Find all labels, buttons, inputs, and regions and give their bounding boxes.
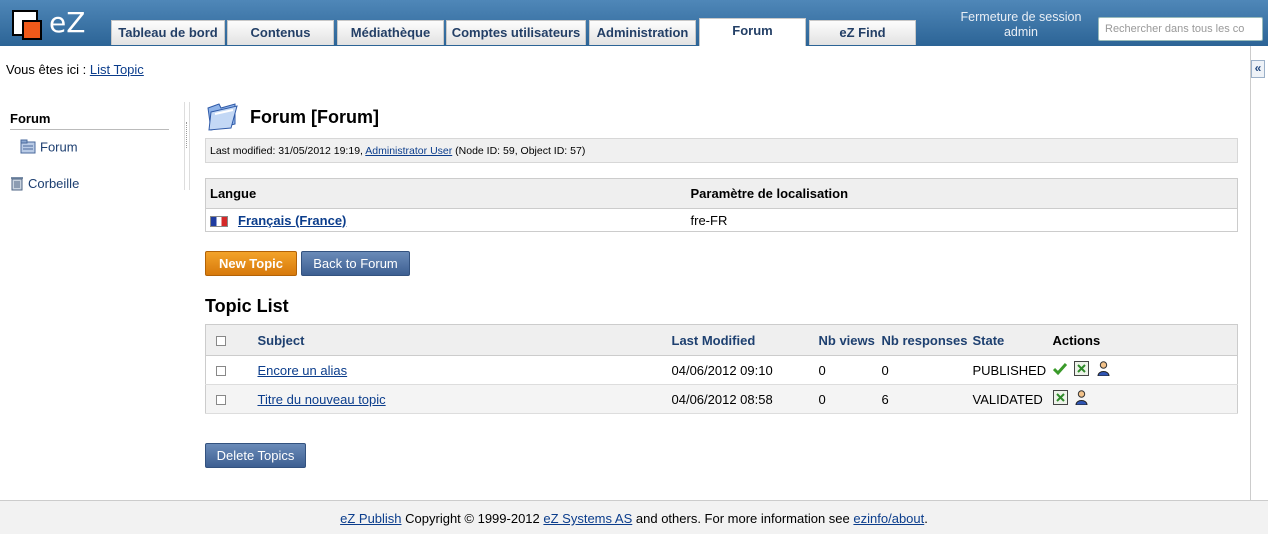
responses-cell: 0 (881, 355, 973, 385)
column-header-locale: Paramètre de localisation (686, 178, 1238, 209)
sidebar-resize-handle[interactable] (184, 102, 190, 190)
logout-link[interactable]: Fermeture de session admin (950, 10, 1092, 40)
language-link[interactable]: Français (France) (238, 213, 346, 228)
footer: eZ Publish Copyright © 1999-2012 eZ Syst… (0, 500, 1268, 534)
object-meta-info: Last modified: 31/05/2012 19:19, Adminis… (205, 138, 1238, 163)
sidebar-title: Forum (10, 111, 51, 126)
column-header-nb-views[interactable]: Nb views (818, 324, 882, 356)
ez-logo[interactable]: eZ (12, 6, 92, 40)
right-rail-divider (1250, 46, 1251, 500)
footer-link-ezinfo-about[interactable]: ezinfo/about (853, 511, 924, 526)
last-modified-cell: 04/06/2012 09:10 (671, 355, 819, 385)
topic-table: Subject Last Modified Nb views Nb respon… (205, 324, 1238, 414)
views-cell: 0 (818, 355, 882, 385)
topic-link[interactable]: Encore un alias (258, 363, 348, 378)
sidebar-item-corbeille[interactable]: Corbeille (10, 175, 79, 194)
user-icon[interactable] (1097, 361, 1110, 379)
trash-icon (10, 175, 24, 194)
topic-list-heading: Topic List (205, 296, 289, 316)
column-header-subject[interactable]: Subject (257, 324, 672, 356)
tab-ez-find[interactable]: eZ Find (809, 20, 916, 45)
locale-cell: fre-FR (690, 212, 728, 228)
folder-open-icon (205, 100, 239, 132)
reject-icon[interactable] (1052, 390, 1068, 408)
delete-topics-button[interactable]: Delete Topics (205, 443, 306, 468)
last-modified-cell: 04/06/2012 08:58 (671, 384, 819, 414)
row-checkbox[interactable] (216, 366, 226, 377)
state-cell: VALIDATED (972, 384, 1053, 414)
validate-icon[interactable] (1052, 362, 1067, 379)
sidebar-item-forum[interactable]: Forum (20, 139, 78, 157)
french-flag-icon (210, 215, 228, 227)
row-checkbox[interactable] (216, 395, 226, 406)
author-link[interactable]: Administrator User (365, 145, 452, 157)
column-header-actions: Actions (1052, 324, 1238, 356)
footer-link-ez-systems[interactable]: eZ Systems AS (543, 511, 632, 526)
table-row: Encore un alias 04/06/2012 09:10 0 0 PUB… (205, 355, 1238, 385)
page-title: Forum [Forum] (250, 107, 379, 127)
top-header: eZ Tableau de bord Contenus Médiathèque … (0, 0, 1268, 46)
footer-link-ez-publish[interactable]: eZ Publish (340, 511, 401, 526)
column-header-nb-responses[interactable]: Nb responses (881, 324, 973, 356)
folder-icon (20, 139, 36, 157)
sidebar-divider (10, 129, 169, 130)
tab-comptes-utilisateurs[interactable]: Comptes utilisateurs (446, 20, 586, 45)
state-cell: PUBLISHED (972, 355, 1053, 385)
tab-contenus[interactable]: Contenus (227, 20, 334, 45)
current-user: admin (1003, 25, 1039, 39)
collapse-right-panel-button[interactable]: « (1251, 60, 1265, 78)
column-header-last-modified[interactable]: Last Modified (671, 324, 819, 356)
new-topic-button[interactable]: New Topic (205, 251, 297, 276)
tab-mediatheque[interactable]: Médiathèque (337, 20, 444, 45)
reject-icon[interactable] (1074, 361, 1090, 379)
search-input[interactable]: Rechercher dans tous les co (1098, 17, 1263, 41)
column-header-langue: Langue (205, 178, 687, 209)
topic-link[interactable]: Titre du nouveau topic (258, 392, 386, 407)
back-to-forum-button[interactable]: Back to Forum (301, 251, 410, 276)
views-cell: 0 (818, 384, 882, 414)
tab-tableau-de-bord[interactable]: Tableau de bord (111, 20, 225, 45)
column-header-state[interactable]: State (972, 324, 1053, 356)
table-row: Français (France) fre-FR (206, 209, 1238, 232)
select-all-checkbox[interactable] (216, 336, 226, 347)
tab-forum[interactable]: Forum (699, 18, 806, 46)
tab-administration[interactable]: Administration (589, 20, 696, 45)
user-icon[interactable] (1075, 390, 1088, 408)
select-all-header (205, 324, 258, 356)
breadcrumb-link-list-topic[interactable]: List Topic (90, 62, 144, 77)
breadcrumb: Vous êtes ici : List Topic (6, 62, 144, 77)
table-row: Titre du nouveau topic 04/06/2012 08:58 … (205, 384, 1238, 414)
language-table: Langue Paramètre de localisation Françai… (205, 178, 1238, 232)
responses-cell: 6 (881, 384, 973, 414)
